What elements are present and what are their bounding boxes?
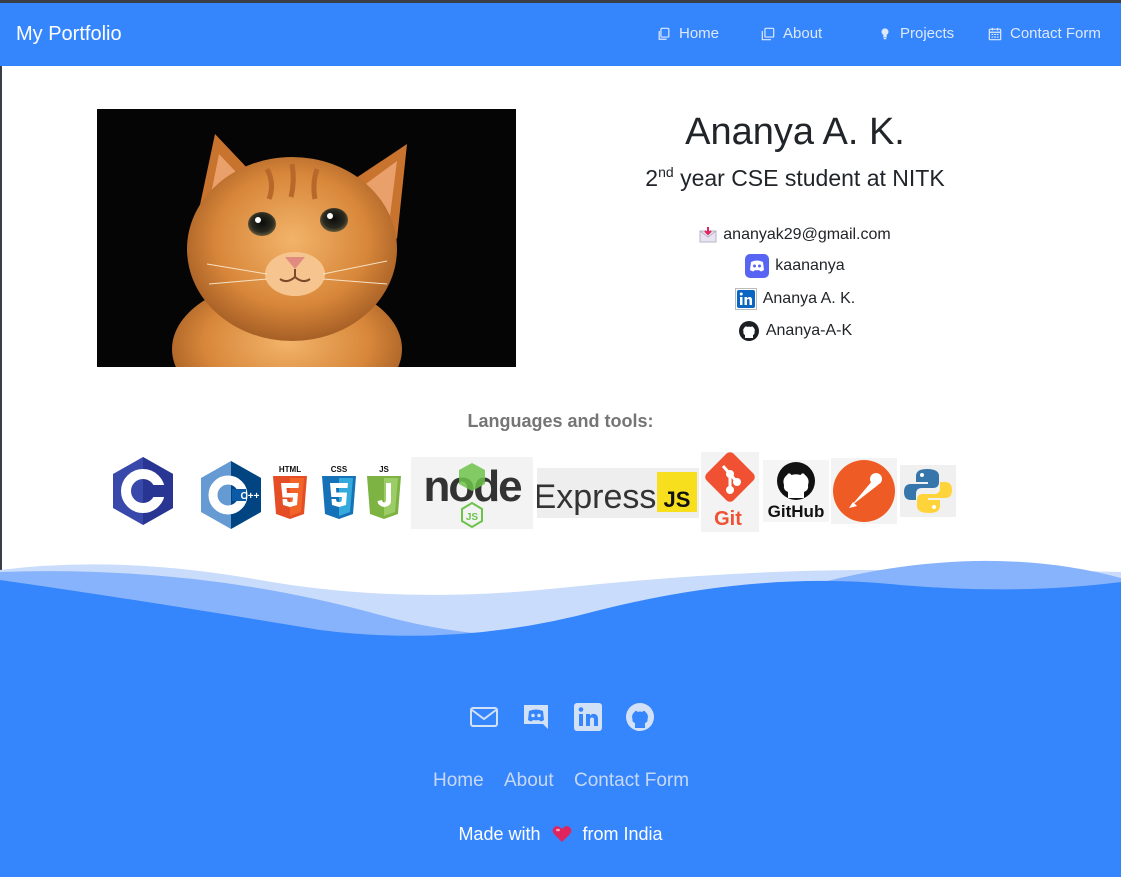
express-logo-badge: JS [664,487,691,512]
git-logo-label: Git [714,508,742,530]
nodejs-logo: node JS [411,457,533,529]
window-icon [761,27,775,40]
contact-github[interactable]: Ananya-A-K [580,320,1010,342]
python-logo [900,465,956,517]
contact-linkedin-text: Ananya A. K. [762,290,856,307]
made-with-text: Made with from India [0,824,1121,845]
nav-projects-label: Projects [900,25,955,42]
contact-discord[interactable]: kaananya [580,254,1010,278]
html5-logo-label: HTML [279,465,301,474]
navbar-brand[interactable]: My Portfolio [16,23,122,46]
discord-icon [745,254,770,278]
calendar-icon [988,27,1002,40]
profile-name: Ananya A. K. [685,111,905,153]
copy-icon [658,27,670,40]
heart-icon [552,826,571,842]
footer-link-contact-form[interactable]: Contact Form [574,770,689,792]
html5-logo: HTML [273,465,307,519]
contact-github-text: Ananya-A-K [765,322,853,339]
js-logo: JS [367,465,401,519]
nav-about[interactable]: About [761,25,822,42]
express-logo-label: Express [537,478,656,516]
made-prefix: Made with [458,824,541,844]
cpp-logo: C++ [201,461,261,529]
footer-github-icon[interactable] [625,702,655,732]
css3-logo-label: CSS [331,465,348,474]
github-logo: GitHub [763,460,829,522]
profile-subtitle: 2nd year CSE student at NITK [580,164,1010,192]
navbar: My Portfolio Home About Projects Contact… [0,3,1121,66]
nav-contact-form[interactable]: Contact Form [988,25,1101,42]
footer-discord-icon[interactable] [521,702,551,732]
github-icon [738,321,759,341]
css3-logo: CSS [322,465,356,519]
github-logo-label: GitHub [768,502,825,521]
footer-linkedin-icon[interactable] [573,702,603,732]
subtitle-rest: year CSE student at NITK [680,165,945,191]
svg-text:JS: JS [466,512,479,523]
c-logo: C [113,457,173,525]
contact-email-text: ananyak29@gmail.com [723,226,891,243]
nav-about-label: About [783,25,823,42]
js-logo-label: JS [379,465,389,474]
footer-link-home[interactable]: Home [433,770,484,792]
subtitle-ordinal: 2 [645,165,659,191]
lightbulb-icon [881,27,889,39]
profile-photo [97,109,516,367]
nav-home[interactable]: Home [657,25,719,42]
tools-title: Languages and tools: [467,411,654,431]
nav-home-label: Home [679,25,720,42]
nav-contact-form-label: Contact Form [1010,25,1101,42]
contact-linkedin[interactable]: Ananya A. K. [580,288,1010,310]
linkedin-icon [734,288,757,310]
postman-logo [831,458,897,524]
nav-projects[interactable]: Projects [878,25,954,42]
contact-discord-text: kaananya [775,257,845,274]
subtitle-suffix: nd [658,164,674,180]
footer-email-icon[interactable] [469,702,499,732]
made-suffix: from India [582,824,663,844]
email-icon [699,227,717,243]
express-logo: Express JS [537,468,699,518]
footer-link-about[interactable]: About [504,770,554,792]
footer-wave [0,560,1121,650]
git-logo: Git [701,452,759,532]
contact-email[interactable]: ananyak29@gmail.com [580,226,1010,244]
cpp-logo-label: C++ [241,491,260,502]
